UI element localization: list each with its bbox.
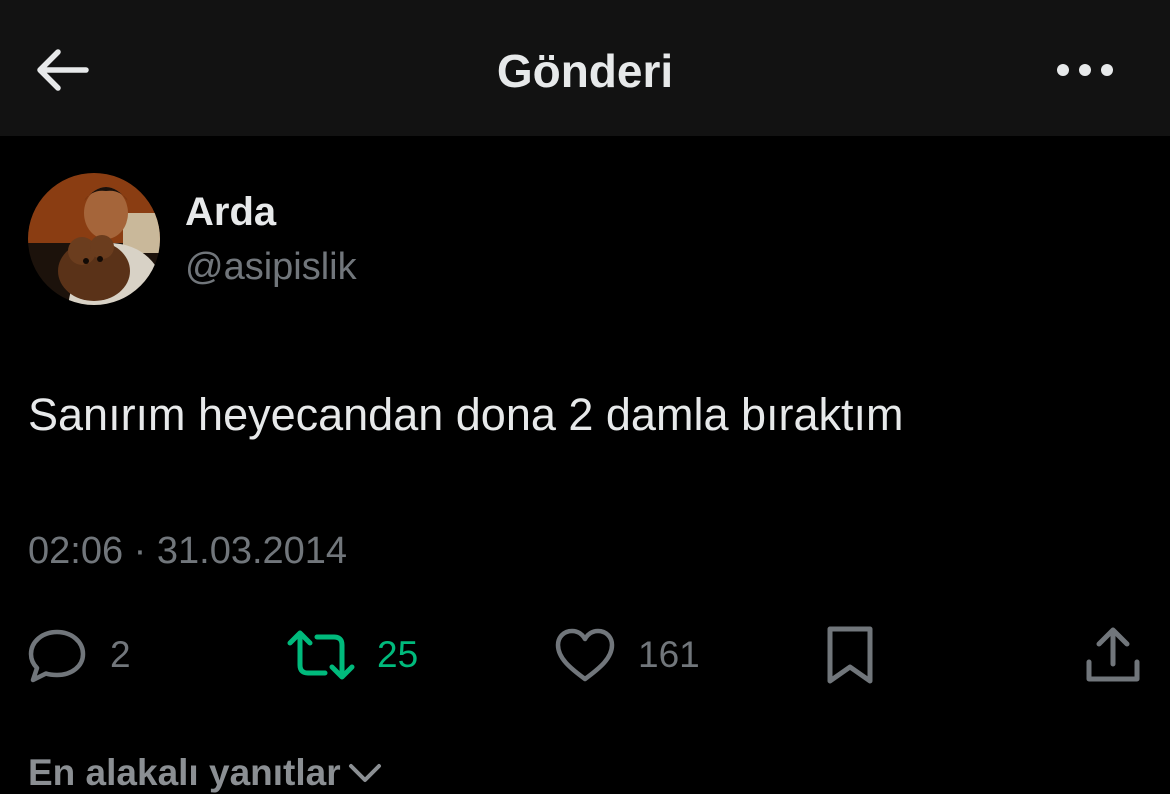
tweet-timestamp[interactable]: 02:06 · 31.03.2014 — [28, 530, 347, 573]
chevron-down-icon — [348, 764, 381, 782]
reply-count: 2 — [110, 634, 131, 675]
more-options-button[interactable] — [1052, 56, 1118, 84]
bookmark-button[interactable] — [822, 620, 878, 690]
author-display-name[interactable]: Arda — [185, 190, 276, 235]
reply-icon — [28, 629, 86, 683]
tweet-text: Sanırım heyecandan dona 2 damla bıraktım — [28, 389, 904, 440]
like-button[interactable]: 161 — [554, 620, 700, 690]
like-count: 161 — [638, 634, 700, 675]
retweet-button[interactable]: 25 — [287, 620, 418, 690]
share-upload-icon — [1086, 627, 1140, 682]
top-bar: Gönderi — [0, 0, 1170, 136]
retweet-count: 25 — [377, 634, 419, 675]
retweet-icon — [287, 630, 355, 680]
heart-icon — [555, 628, 615, 682]
bookmark-icon — [827, 626, 873, 684]
author-handle[interactable]: @asipislik — [185, 246, 357, 289]
replies-sort-label: En alakalı yanıtlar — [28, 752, 341, 793]
page-title: Gönderi — [496, 45, 674, 97]
replies-sort-dropdown[interactable]: En alakalı yanıtlar — [28, 752, 383, 794]
reply-button[interactable]: 2 — [26, 620, 131, 690]
share-button[interactable] — [1082, 620, 1144, 690]
avatar[interactable] — [28, 173, 160, 305]
more-horizontal-icon — [1057, 64, 1113, 76]
